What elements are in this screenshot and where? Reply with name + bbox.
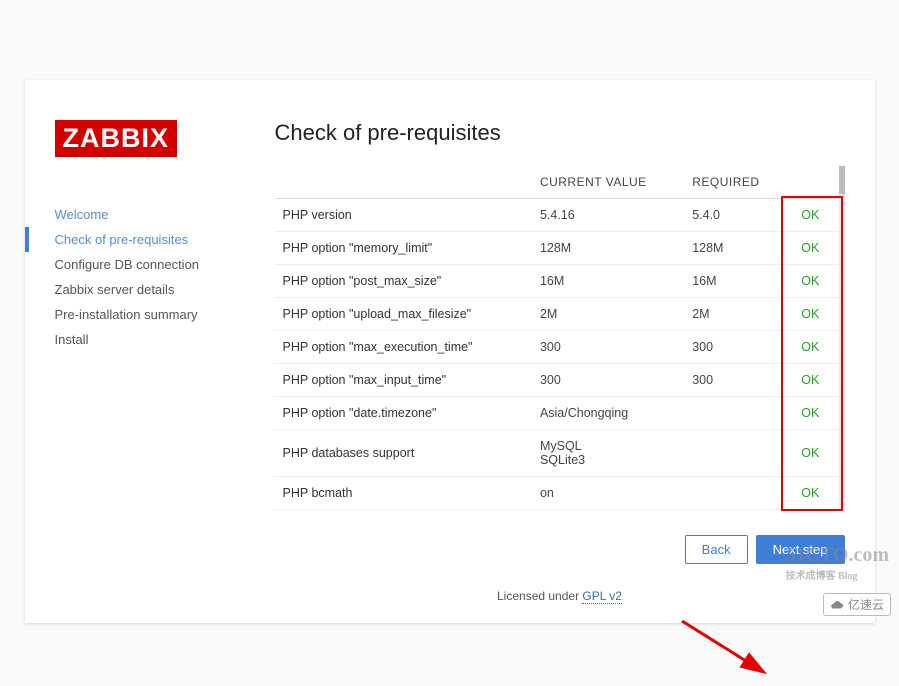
table-row: PHP option "max_input_time"300300OK — [275, 364, 839, 397]
table-row: PHP option "memory_limit"128M128MOK — [275, 232, 839, 265]
prerequisites-table: CURRENT VALUE REQUIRED PHP version5.4.16… — [275, 166, 839, 510]
prerequisites-table-wrap: CURRENT VALUE REQUIRED PHP version5.4.16… — [275, 166, 845, 510]
table-row: PHP databases supportMySQL SQLite3 OK — [275, 430, 839, 477]
cell-current: 5.4.16 — [534, 199, 686, 232]
table-row: PHP option "date.timezone"Asia/Chongqing… — [275, 397, 839, 430]
back-button[interactable]: Back — [685, 535, 748, 564]
zabbix-logo: ZABBIX — [55, 120, 178, 157]
step-0[interactable]: Welcome — [55, 202, 245, 227]
th-current-value: CURRENT VALUE — [534, 166, 686, 199]
cell-name: PHP option "max_execution_time" — [275, 331, 534, 364]
cell-required: 5.4.0 — [686, 199, 782, 232]
cell-required: 16M — [686, 265, 782, 298]
cell-current: 16M — [534, 265, 686, 298]
cell-current: 2M — [534, 298, 686, 331]
cell-status: OK — [782, 298, 838, 331]
next-step-button[interactable]: Next step — [756, 535, 845, 564]
left-column: ZABBIX WelcomeCheck of pre-requisitesCon… — [55, 120, 245, 603]
step-4[interactable]: Pre-installation summary — [55, 302, 245, 327]
cell-status: OK — [782, 232, 838, 265]
cell-required: 2M — [686, 298, 782, 331]
cell-name: PHP option "upload_max_filesize" — [275, 298, 534, 331]
cell-required: 300 — [686, 364, 782, 397]
th-status — [782, 166, 838, 199]
cell-status: OK — [782, 331, 838, 364]
cell-current: MySQL SQLite3 — [534, 430, 686, 477]
step-1[interactable]: Check of pre-requisites — [55, 227, 245, 252]
cell-name: PHP option "post_max_size" — [275, 265, 534, 298]
cell-current: 300 — [534, 331, 686, 364]
table-row: PHP bcmathon OK — [275, 477, 839, 510]
cell-current: 300 — [534, 364, 686, 397]
button-row: Back Next step — [275, 535, 845, 564]
table-row: PHP option "max_execution_time"300300OK — [275, 331, 839, 364]
scrollbar-thumb[interactable] — [839, 166, 845, 194]
cell-status: OK — [782, 265, 838, 298]
cell-name: PHP version — [275, 199, 534, 232]
cell-required — [686, 477, 782, 510]
step-3[interactable]: Zabbix server details — [55, 277, 245, 302]
cell-current: Asia/Chongqing — [534, 397, 686, 430]
cell-name: PHP databases support — [275, 430, 534, 477]
cell-required — [686, 397, 782, 430]
cell-status: OK — [782, 430, 838, 477]
table-row: PHP version5.4.165.4.0OK — [275, 199, 839, 232]
install-steps: WelcomeCheck of pre-requisitesConfigure … — [55, 202, 245, 352]
cell-name: PHP bcmath — [275, 477, 534, 510]
license-text: Licensed under — [497, 589, 582, 603]
th-name — [275, 166, 534, 199]
cell-name: PHP option "date.timezone" — [275, 397, 534, 430]
cell-required: 300 — [686, 331, 782, 364]
table-row: PHP option "upload_max_filesize"2M2MOK — [275, 298, 839, 331]
license-footer: Licensed under GPL v2 — [275, 589, 845, 603]
annotation-arrow — [677, 616, 777, 686]
cell-status: OK — [782, 477, 838, 510]
prerequisites-tbody: PHP version5.4.165.4.0OKPHP option "memo… — [275, 199, 839, 510]
right-column: Check of pre-requisites CURRENT VALUE RE… — [275, 120, 845, 603]
cell-name: PHP option "memory_limit" — [275, 232, 534, 265]
cell-required: 128M — [686, 232, 782, 265]
cell-current: 128M — [534, 232, 686, 265]
installer-card: ZABBIX WelcomeCheck of pre-requisitesCon… — [25, 80, 875, 623]
cell-status: OK — [782, 199, 838, 232]
cell-required — [686, 430, 782, 477]
cell-name: PHP option "max_input_time" — [275, 364, 534, 397]
cell-status: OK — [782, 397, 838, 430]
cell-status: OK — [782, 364, 838, 397]
cell-current: on — [534, 477, 686, 510]
step-2[interactable]: Configure DB connection — [55, 252, 245, 277]
table-row: PHP option "post_max_size"16M16MOK — [275, 265, 839, 298]
step-5[interactable]: Install — [55, 327, 245, 352]
th-required: REQUIRED — [686, 166, 782, 199]
page-root: ZABBIX WelcomeCheck of pre-requisitesCon… — [0, 0, 899, 622]
license-link[interactable]: GPL v2 — [582, 589, 622, 604]
page-title: Check of pre-requisites — [275, 120, 845, 146]
